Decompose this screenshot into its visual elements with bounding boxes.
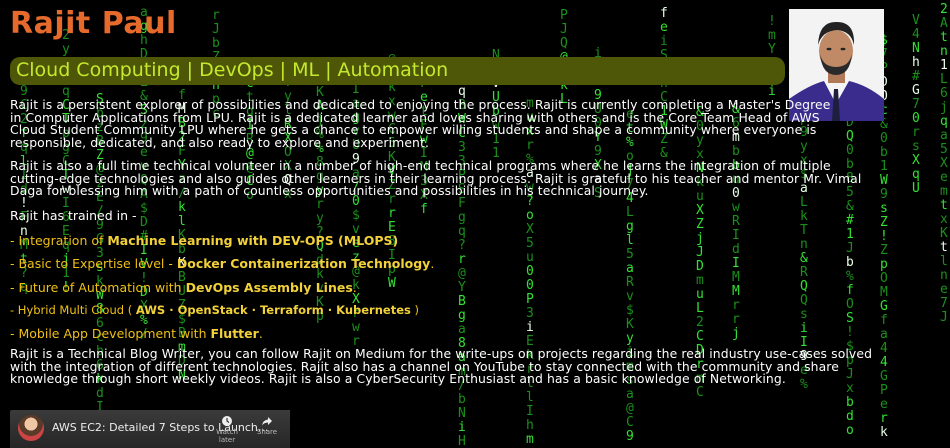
share-label: Share [256, 428, 278, 436]
profile-name: Rajit Paul [10, 6, 177, 41]
tagline-text: Cloud Computing | DevOps | ML | Automati… [16, 59, 449, 81]
skill-highlight: Flutter [210, 326, 259, 341]
skill-highlight: DevOps Assembly Lines [185, 280, 353, 295]
skill-item: - Hybrid Multi Cloud ( AWS · OpenStack ·… [10, 303, 419, 317]
tagline-banner: Cloud Computing | DevOps | ML | Automati… [10, 57, 785, 85]
about-paragraph-1: Rajit is a persistent explorer of possib… [10, 97, 831, 150]
watch-later-label: Watch later [216, 428, 238, 444]
skill-highlight: Docker Containerization Technology [176, 256, 431, 271]
skill-prefix: - Integration of [10, 233, 108, 248]
share-icon [262, 417, 272, 426]
youtube-video-embed[interactable]: AWS EC2: Detailed 7 Steps to Launch... W… [10, 410, 290, 448]
skill-suffix: . [352, 280, 357, 295]
skill-prefix: - Future of Automation with [10, 280, 186, 295]
skill-highlight: AWS · OpenStack · Terraform · Kubernetes [135, 303, 411, 317]
skill-suffix: ) [410, 303, 419, 317]
skill-prefix: - Mobile App Development with [10, 326, 211, 341]
skill-prefix: - Hybrid Multi Cloud ( [10, 303, 136, 317]
share-button[interactable]: Share [254, 415, 280, 436]
skill-item: - Future of Automation with DevOps Assem… [10, 280, 357, 295]
about-paragraph-2: Rajit is also a full time technical volu… [10, 158, 862, 198]
watch-later-button[interactable]: Watch later [214, 415, 240, 444]
skill-item: - Basic to Expertise level - Docker Cont… [10, 256, 434, 271]
clock-icon [222, 416, 232, 426]
skill-suffix: . [430, 256, 435, 271]
skill-item: - Integration of Machine Learning with D… [10, 233, 398, 248]
skill-suffix: . [258, 326, 263, 341]
skill-prefix: - Basic to Expertise level - [10, 256, 177, 271]
channel-avatar[interactable] [18, 415, 44, 441]
skill-item: - Mobile App Development with Flutter. [10, 326, 263, 341]
trained-heading: Rajit has trained in - [10, 208, 137, 223]
about-paragraph-3: Rajit is a Technical Blog Writer, you ca… [10, 346, 873, 386]
skill-highlight: Machine Learning with DEV-OPS (MLOPS) [107, 233, 399, 248]
